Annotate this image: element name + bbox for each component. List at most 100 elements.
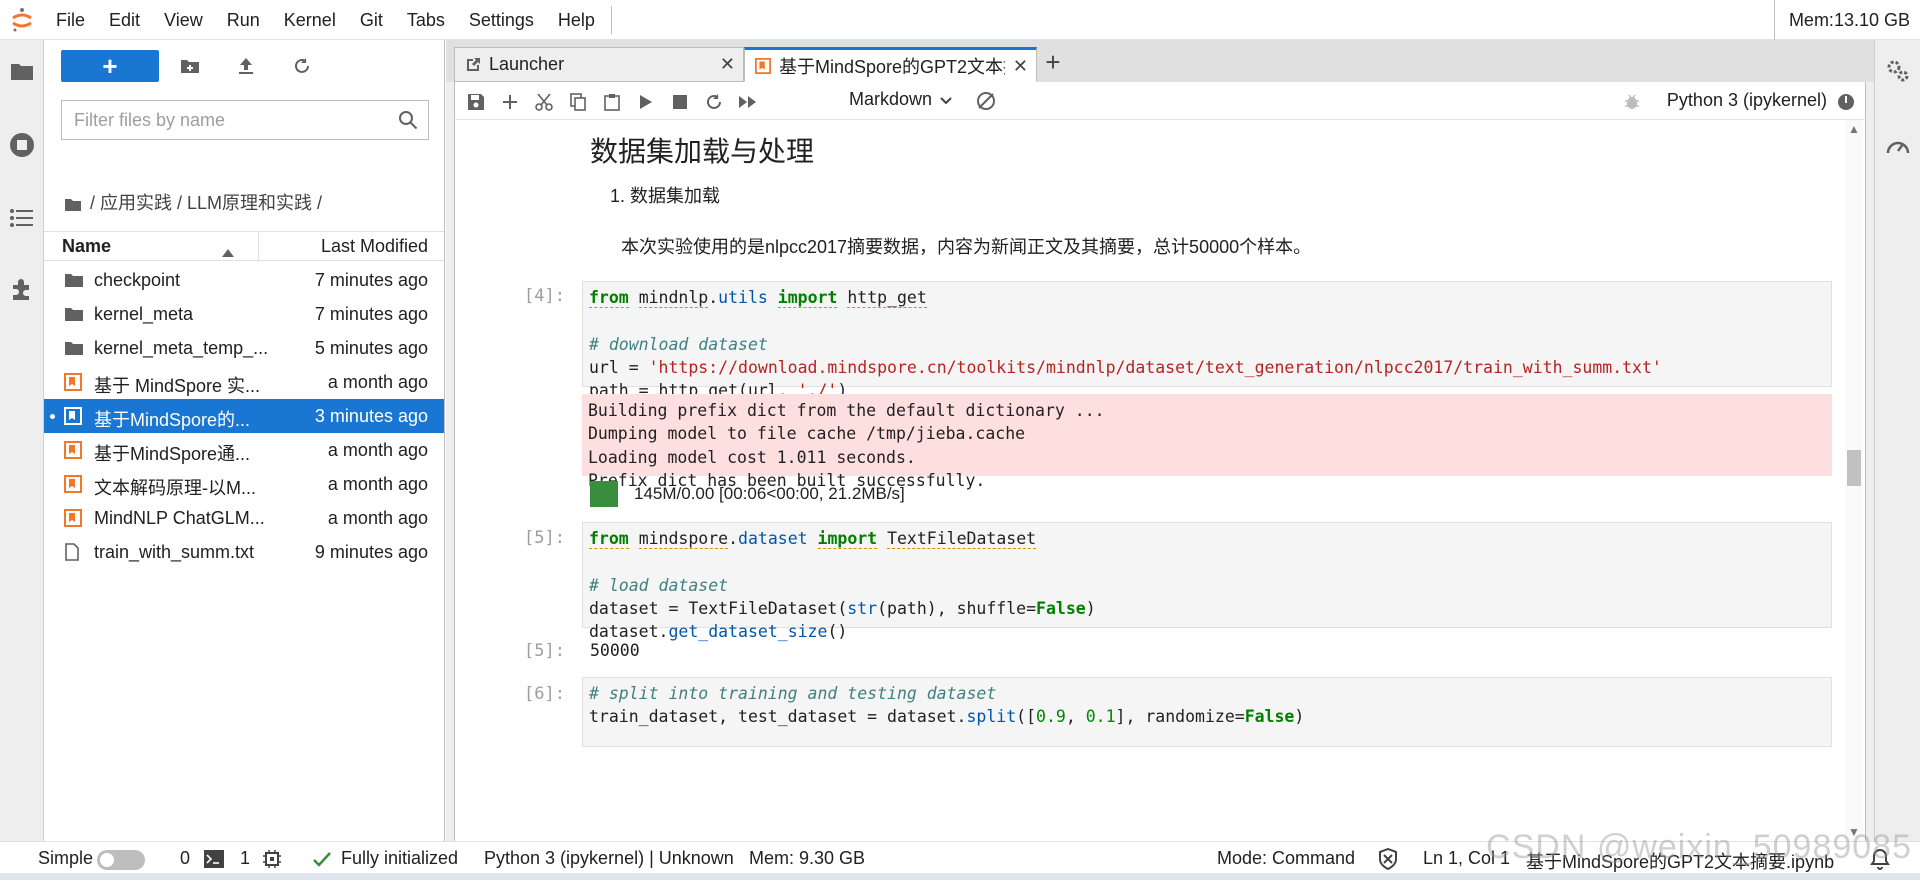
cell-prompt: [5]: [524,528,565,548]
extensions-puzzle-icon[interactable] [9,276,35,302]
menu-file[interactable]: File [44,0,97,40]
notebook-icon [755,57,771,74]
folder-icon[interactable] [9,58,35,84]
new-launcher-button[interactable]: + [61,50,159,82]
stderr-line: Loading model cost 1.011 seconds. [588,447,916,467]
terminal-icon [204,850,224,873]
stop-icon[interactable] [669,91,691,113]
tab-label: 基于MindSpore的GPT2文本摘 [779,56,1005,77]
file-name: kernel_meta [94,304,194,324]
file-row[interactable]: kernel_meta 7 minutes ago [44,297,444,331]
resource-usage-gauge-icon[interactable] [1885,132,1911,158]
filter-files-field[interactable] [61,100,429,140]
code-cell[interactable]: from mindspore.dataset import TextFileDa… [582,522,1832,641]
menu-run[interactable]: Run [215,0,272,40]
debugger-bug-icon[interactable] [1621,91,1643,113]
running-sessions-icon[interactable] [9,132,35,158]
file-row[interactable]: MindNLP ChatGLM... a month ago [44,501,444,535]
simple-mode-label: Simple [38,848,94,868]
property-inspector-gears-icon[interactable] [1885,58,1911,84]
cell-prompt: [4]: [524,286,565,306]
file-row[interactable]: 基于MindSpore通... a month ago [44,433,444,467]
column-divider [258,232,259,262]
code-cell[interactable]: # split into training and testing datase… [582,677,1832,747]
add-tab-button[interactable]: + [1038,48,1068,78]
folder-icon [64,305,84,323]
file-modified: a month ago [327,508,428,528]
menu-kernel[interactable]: Kernel [272,0,348,40]
breadcrumb[interactable]: / 应用实践 / LLM原理和实践 / [90,188,322,218]
kernel-status[interactable]: Python 3 (ipykernel) | Unknown [484,848,734,869]
watermark: CSDN @weixin_50989085 [1486,828,1912,866]
save-icon[interactable] [465,91,487,113]
file-row[interactable]: train_with_summ.txt 9 minutes ago [44,535,444,569]
tab-notebook[interactable]: 基于MindSpore的GPT2文本摘 ✕ [744,47,1037,82]
sort-ascending-icon[interactable] [222,241,234,262]
file-row-selected[interactable]: 基于MindSpore的... 3 minutes ago [44,399,444,433]
terminal-count[interactable]: 0 [180,848,190,869]
refresh-icon[interactable] [290,54,314,78]
file-list-header: Name Last Modified [44,231,444,262]
notebook-mode[interactable]: Mode: Command [1217,848,1355,869]
close-icon[interactable]: ✕ [1013,56,1028,77]
tab-launcher[interactable]: Launcher ✕ [454,47,744,82]
new-folder-icon[interactable] [178,54,202,78]
file-row[interactable]: 文本解码原理-以M... a month ago [44,467,444,501]
simple-mode-toggle[interactable] [97,850,145,870]
file-name: kernel_meta_temp_... [94,338,269,358]
chevron-down-icon [940,89,952,110]
upload-icon[interactable] [234,54,258,78]
menu-bar: File Edit View Run Kernel Git Tabs Setti… [0,0,1920,40]
breadcrumb-home-icon[interactable] [64,192,82,216]
scroll-up-icon[interactable]: ▲ [1848,122,1860,136]
filter-input[interactable] [62,102,382,138]
kernel-name[interactable]: Python 3 (ipykernel) [1667,90,1827,111]
menu-git[interactable]: Git [348,0,395,40]
file-browser: + / 应用实践 / LLM原理和实践 / Name Last Modified… [44,40,445,841]
restart-icon[interactable] [703,91,725,113]
copy-icon[interactable] [567,91,589,113]
markdown-paragraph: 本次实验使用的是nlpcc2017摘要数据，内容为新闻正文及其摘要，总计5000… [621,237,1312,257]
run-icon[interactable] [635,91,657,113]
menu-tabs[interactable]: Tabs [395,0,457,40]
menu-help[interactable]: Help [546,0,607,40]
notebook-scrollbar[interactable]: ▲ ▼ [1845,120,1863,841]
scroll-thumb[interactable] [1847,450,1861,486]
kernel-count[interactable]: 1 [240,848,250,869]
menu-settings[interactable]: Settings [457,0,546,40]
kernel-status-icon [1835,91,1857,113]
git-icon[interactable] [975,90,997,112]
output-prompt: [5]: [524,641,565,661]
cut-icon[interactable] [533,91,555,113]
column-last-modified[interactable]: Last Modified [321,236,428,257]
file-row[interactable]: kernel_meta_temp_... 5 minutes ago [44,331,444,365]
file-row[interactable]: checkpoint 7 minutes ago [44,263,444,297]
file-modified: 9 minutes ago [314,542,428,562]
menu-view[interactable]: View [152,0,215,40]
table-of-contents-icon[interactable] [9,205,35,231]
search-icon [398,110,418,135]
close-icon[interactable]: ✕ [720,54,735,75]
file-name: 基于MindSpore的... [94,410,251,430]
file-row[interactable]: 基于 MindSpore 实... a month ago [44,365,444,399]
file-name: 文本解码原理-以M... [94,478,256,498]
code-cell[interactable]: from mindnlp.utils import http_get # dow… [582,281,1832,400]
kernel-chip-icon [262,849,282,874]
notebook-icon [64,373,84,391]
file-list: checkpoint 7 minutes ago kernel_meta 7 m… [44,263,444,569]
left-activity-bar [0,40,44,841]
progress-text: 145M/0.00 [00:06<00:00, 21.2MB/s] [634,484,905,503]
right-activity-bar [1874,40,1920,841]
fast-forward-icon[interactable] [737,91,759,113]
stderr-line: Dumping model to file cache /tmp/jieba.c… [588,424,1026,444]
insert-cell-icon[interactable] [499,91,521,113]
cell-output: 50000 [590,641,640,660]
taskbar-strip [0,873,1920,880]
paste-icon[interactable] [601,91,623,113]
trusted-shield-icon[interactable] [1378,847,1398,875]
folder-icon [64,339,84,357]
column-name[interactable]: Name [62,236,111,257]
menu-edit[interactable]: Edit [97,0,152,40]
cell-type-select[interactable]: Markdown [849,89,952,110]
memory-indicator: Mem:13.10 GB [1773,0,1920,40]
